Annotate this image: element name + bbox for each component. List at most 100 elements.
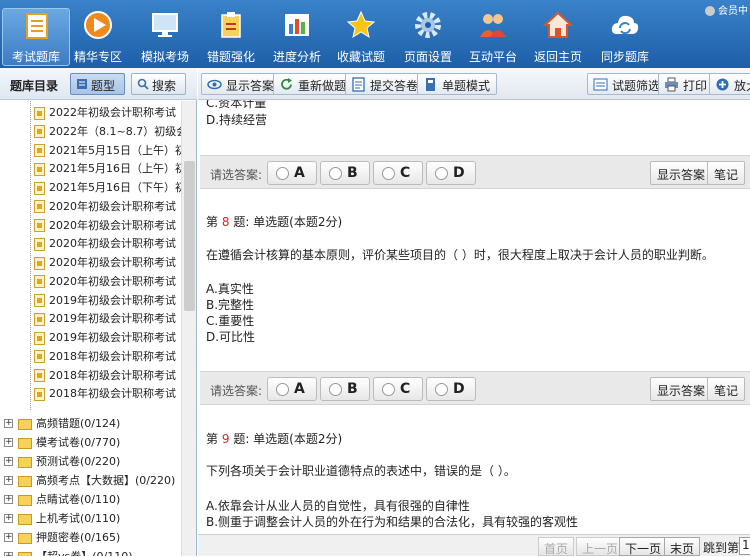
tree-paper-item[interactable]: 2021年5月15日（上午）初级会 (34, 141, 181, 160)
option-letter: D (453, 165, 465, 181)
tree-paper-item[interactable]: 2019年初级会计职称考试《初 (34, 328, 181, 347)
tree-paper-label: 2021年5月16日（下午）初级会 (49, 181, 181, 194)
catalog-tree: 2022年初级会计职称考试《初 2022年（8.1~8.7）初级会计职 2021年5… (0, 101, 181, 556)
expand-plus-icon[interactable]: + (4, 457, 13, 466)
tree-paper-item[interactable]: 2020年初级会计职称考试《初 (34, 216, 181, 235)
tree-folder-item[interactable]: + 上机考试(0/110) (0, 509, 120, 528)
expand-plus-icon[interactable]: + (4, 476, 13, 485)
print-label: 打印 (683, 79, 708, 93)
question-type-button[interactable]: 题型 (70, 73, 125, 95)
nav-label: 同步题库 (600, 50, 649, 64)
tree-folder-item[interactable]: + 模考试卷(0/770) (0, 433, 120, 452)
next-page-button[interactable]: 下一页 (619, 537, 668, 556)
zoom-in-button[interactable]: 放大 (709, 73, 750, 95)
tree-paper-label: 2018年初级会计职称考试《初 (49, 349, 181, 363)
show-answer-button[interactable]: 显示答案 (201, 73, 282, 95)
option-b-radio[interactable]: B (320, 377, 370, 401)
nav-wrong-questions[interactable]: 错题强化 (197, 0, 265, 68)
page-number-input[interactable]: 1 (739, 537, 750, 555)
tree-paper-item[interactable]: 2022年初级会计职称考试《初 (34, 103, 181, 122)
first-page-button[interactable]: 首页 (538, 537, 575, 556)
tree-paper-item[interactable]: 2021年5月16日（下午）初级会 (34, 178, 181, 197)
prev-page-button[interactable]: 上一页 (576, 537, 625, 556)
book-list-icon (26, 13, 48, 39)
question-9-choice-b: B.侧重于调整会计人员的外在行为和结果的合法化，具有较强的客观性 (206, 515, 579, 529)
paper-file-icon (34, 350, 45, 364)
tree-paper-item[interactable]: 2020年初级会计职称考试《初 (34, 234, 181, 253)
expand-plus-icon[interactable]: + (4, 419, 13, 428)
tree-folder-item[interactable]: + 押题密卷(0/165) (0, 528, 120, 547)
question-8-choice-a: A.真实性 (206, 282, 254, 296)
paper-file-icon (34, 256, 45, 270)
option-c-radio[interactable]: C (373, 161, 423, 185)
nav-label: 精华专区 (73, 50, 122, 64)
nav-exam-bank[interactable]: 考试题库 (2, 8, 70, 66)
print-button[interactable]: 打印 (658, 73, 715, 95)
nav-label: 返回主页 (533, 50, 582, 64)
tree-folder-item[interactable]: + 高频错题(0/124) (0, 414, 120, 433)
nav-favorites[interactable]: 收藏试题 (327, 0, 395, 68)
nav-community[interactable]: 互动平台 (459, 0, 527, 68)
show-answer-button[interactable]: 显示答案 (650, 377, 713, 401)
tree-folder-item[interactable]: + 高频考点【大数据】(0/220) (0, 471, 175, 490)
show-answer-button[interactable]: 显示答案 (650, 161, 713, 185)
tree-paper-item[interactable]: 2019年初级会计职称考试《初 (34, 291, 181, 310)
folder-icon (18, 418, 32, 430)
note-button[interactable]: 笔记 (707, 161, 746, 185)
tree-folder-label: 高频错题(0/124) (36, 417, 121, 430)
redo-button[interactable]: 重新做题 (273, 73, 354, 95)
nav-home[interactable]: 返回主页 (524, 0, 592, 68)
tree-paper-item[interactable]: 2020年初级会计职称考试《初 (34, 272, 181, 291)
sidebar-title: 题库目录 (10, 79, 59, 93)
search-icon (137, 78, 149, 90)
paper-file-icon (34, 200, 45, 214)
tree-paper-item[interactable]: 2020年初级会计职称考试《初 (34, 253, 181, 272)
radio-icon (382, 167, 395, 180)
expand-plus-icon[interactable]: + (4, 495, 13, 504)
tree-paper-item[interactable]: 2019年初级会计职称考试《初 (34, 309, 181, 328)
last-page-button[interactable]: 末页 (664, 537, 701, 556)
expand-plus-icon[interactable]: + (4, 552, 13, 556)
tree-paper-item[interactable]: 2022年（8.1~8.7）初级会计职 (34, 122, 181, 141)
tree-folder-item[interactable]: + 点睛试卷(0/110) (0, 490, 120, 509)
expand-plus-icon[interactable]: + (4, 438, 13, 447)
option-c-radio[interactable]: C (373, 377, 423, 401)
nav-progress-analysis[interactable]: 进度分析 (263, 0, 331, 68)
tree-paper-item[interactable]: 2021年5月16日（上午）初级会 (34, 159, 181, 178)
expand-plus-icon[interactable]: + (4, 514, 13, 523)
search-button[interactable]: 搜索 (131, 73, 186, 95)
filter-button[interactable]: 试题筛选 (587, 73, 668, 95)
filter-icon (593, 78, 608, 91)
tree-paper-label: 2018年初级会计职称考试《初 (49, 387, 181, 401)
note-button[interactable]: 笔记 (707, 377, 746, 401)
tree-paper-item[interactable]: 2018年初级会计职称考试《初 (34, 384, 181, 403)
nav-page-settings[interactable]: 页面设置 (394, 0, 462, 68)
radio-icon (435, 383, 448, 396)
tree-folder-item[interactable]: + 预测试卷(0/220) (0, 452, 120, 471)
radio-icon (329, 167, 342, 180)
nav-sync-bank[interactable]: 同步题库 (591, 0, 659, 68)
option-d-radio[interactable]: D (426, 377, 476, 401)
scrollbar-thumb[interactable] (184, 161, 195, 311)
option-a-radio[interactable]: A (267, 161, 317, 185)
nav-mock-exam[interactable]: 模拟考场 (131, 0, 199, 68)
tree-paper-label: 2019年初级会计职称考试《初 (49, 312, 181, 326)
option-d-radio[interactable]: D (426, 161, 476, 185)
paper-file-icon (34, 125, 45, 139)
tree-paper-label: 2020年初级会计职称考试《初 (49, 256, 181, 269)
tree-paper-item[interactable]: 2018年初级会计职称考试《初 (34, 347, 181, 366)
sidebar-scrollbar[interactable] (181, 101, 196, 556)
expand-plus-icon[interactable]: + (4, 533, 13, 542)
tree-folder-label: 【超ys卷】(0/110) (36, 550, 133, 556)
tree-folder-item[interactable]: + 【超ys卷】(0/110) (0, 547, 133, 556)
nav-essentials[interactable]: 精华专区 (64, 0, 132, 68)
submit-button[interactable]: 提交答卷 (345, 73, 426, 95)
prev-choice-d: D.持续经营 (206, 113, 268, 127)
option-b-radio[interactable]: B (320, 161, 370, 185)
single-mode-button[interactable]: 单题模式 (417, 73, 498, 95)
tree-paper-item[interactable]: 2018年初级会计职称考试《初 (34, 366, 181, 385)
member-status[interactable]: 会员中 (705, 2, 748, 17)
tree-paper-item[interactable]: 2020年初级会计职称考试《初 (34, 197, 181, 216)
option-a-radio[interactable]: A (267, 377, 317, 401)
nav-label: 收藏试题 (336, 50, 385, 64)
